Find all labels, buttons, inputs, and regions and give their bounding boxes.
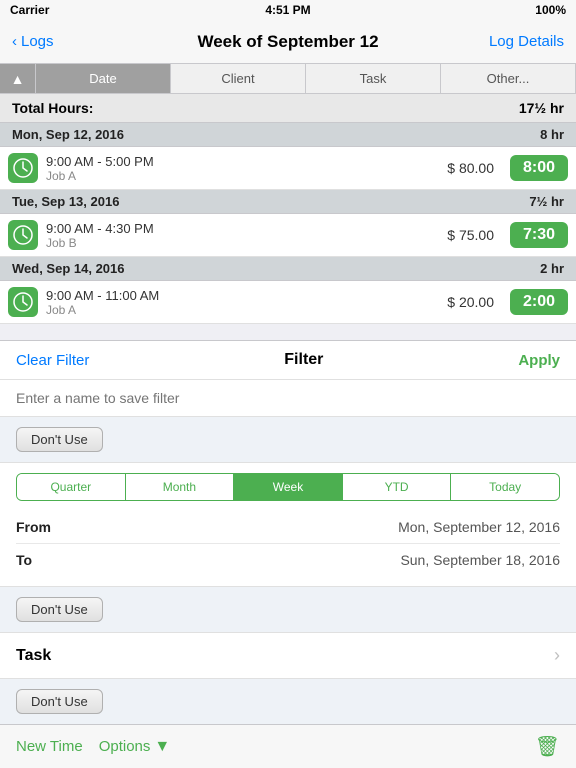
back-chevron-icon: ‹	[12, 33, 17, 50]
nav-title: Week of September 12	[197, 32, 378, 52]
day-header: Mon, Sep 12, 20168 hr	[0, 123, 576, 147]
back-button[interactable]: ‹ Logs	[12, 33, 54, 50]
log-clock-icon	[8, 220, 38, 250]
from-date-row: From Mon, September 12, 2016	[16, 511, 560, 544]
filter-panel: Clear Filter Filter Apply Don't Use Quar…	[0, 340, 576, 764]
options-button[interactable]: Options	[99, 738, 151, 755]
filter-name-input[interactable]	[16, 390, 560, 406]
filter-dont-use-3-section: Don't Use	[0, 679, 576, 725]
apply-filter-button[interactable]: Apply	[518, 352, 560, 369]
filter-title: Filter	[284, 351, 323, 369]
status-bar: Carrier 4:51 PM 100%	[0, 0, 576, 20]
tab-other[interactable]: Other...	[441, 64, 576, 93]
period-selector-section: QuarterMonthWeekYTDToday From Mon, Septe…	[0, 463, 576, 587]
log-amount: $ 80.00	[447, 160, 494, 176]
filter-header: Clear Filter Filter Apply	[0, 341, 576, 380]
log-info: 9:00 AM - 11:00 AM Job A	[46, 288, 439, 317]
to-date-row: To Sun, September 18, 2016	[16, 544, 560, 576]
tab-arrow-button[interactable]: ▲	[0, 64, 36, 93]
filter-dont-use-1-section: Don't Use	[0, 417, 576, 463]
log-job: Job B	[46, 236, 439, 250]
task-section[interactable]: Task ›	[0, 633, 576, 679]
log-clock-icon	[8, 287, 38, 317]
log-info: 9:00 AM - 5:00 PM Job A	[46, 154, 439, 183]
log-job: Job A	[46, 303, 439, 317]
period-button-month[interactable]: Month	[126, 474, 235, 500]
tab-task[interactable]: Task	[306, 64, 441, 93]
log-clock-icon	[8, 153, 38, 183]
spacer	[0, 324, 576, 340]
log-details-button[interactable]: Log Details	[489, 33, 564, 50]
task-chevron-icon: ›	[554, 645, 560, 666]
log-duration: 8:00	[510, 155, 568, 181]
log-amount: $ 75.00	[447, 227, 494, 243]
period-buttons-group: QuarterMonthWeekYTDToday	[16, 473, 560, 501]
back-label: Logs	[21, 33, 54, 50]
total-hours-value: 17½ hr	[519, 100, 564, 116]
dont-use-3-button[interactable]: Don't Use	[16, 689, 103, 714]
new-time-button[interactable]: New Time	[16, 738, 83, 755]
task-label: Task	[16, 647, 51, 665]
trash-icon[interactable]: 🗑	[535, 734, 560, 759]
period-button-week[interactable]: Week	[234, 474, 343, 500]
period-button-today[interactable]: Today	[451, 474, 559, 500]
to-date-value: Sun, September 18, 2016	[400, 552, 560, 568]
carrier-label: Carrier	[10, 3, 49, 17]
period-button-ytd[interactable]: YTD	[343, 474, 452, 500]
day-header: Tue, Sep 13, 20167½ hr	[0, 190, 576, 214]
log-list: Mon, Sep 12, 20168 hr 9:00 AM - 5:00 PM …	[0, 123, 576, 324]
nav-bar: ‹ Logs Week of September 12 Log Details	[0, 20, 576, 64]
from-date-value: Mon, September 12, 2016	[398, 519, 560, 535]
filter-dont-use-2-section: Don't Use	[0, 587, 576, 633]
time-label: 4:51 PM	[265, 3, 310, 17]
tab-row: ▲ Date Client Task Other...	[0, 64, 576, 94]
total-hours-label: Total Hours:	[12, 100, 93, 116]
tab-client[interactable]: Client	[171, 64, 306, 93]
log-amount: $ 20.00	[447, 294, 494, 310]
tab-date[interactable]: Date	[36, 64, 171, 93]
dont-use-2-button[interactable]: Don't Use	[16, 597, 103, 622]
filter-icon[interactable]: ▼	[154, 738, 170, 756]
log-job: Job A	[46, 169, 439, 183]
dont-use-1-button[interactable]: Don't Use	[16, 427, 103, 452]
bottom-toolbar: New Time Options ▼ 🗑	[0, 724, 576, 768]
from-label: From	[16, 519, 51, 535]
log-time: 9:00 AM - 11:00 AM	[46, 288, 439, 303]
clear-filter-button[interactable]: Clear Filter	[16, 352, 89, 369]
log-time: 9:00 AM - 4:30 PM	[46, 221, 439, 236]
total-hours-row: Total Hours: 17½ hr	[0, 94, 576, 123]
log-info: 9:00 AM - 4:30 PM Job B	[46, 221, 439, 250]
log-time: 9:00 AM - 5:00 PM	[46, 154, 439, 169]
up-arrow-icon: ▲	[11, 71, 25, 87]
log-row[interactable]: 9:00 AM - 11:00 AM Job A $ 20.00 2:00	[0, 281, 576, 324]
log-row[interactable]: 9:00 AM - 4:30 PM Job B $ 75.00 7:30	[0, 214, 576, 257]
to-label: To	[16, 552, 32, 568]
day-header: Wed, Sep 14, 20162 hr	[0, 257, 576, 281]
log-row[interactable]: 9:00 AM - 5:00 PM Job A $ 80.00 8:00	[0, 147, 576, 190]
log-duration: 2:00	[510, 289, 568, 315]
period-button-quarter[interactable]: Quarter	[17, 474, 126, 500]
filter-name-section	[0, 380, 576, 417]
battery-label: 100%	[535, 3, 566, 17]
log-duration: 7:30	[510, 222, 568, 248]
